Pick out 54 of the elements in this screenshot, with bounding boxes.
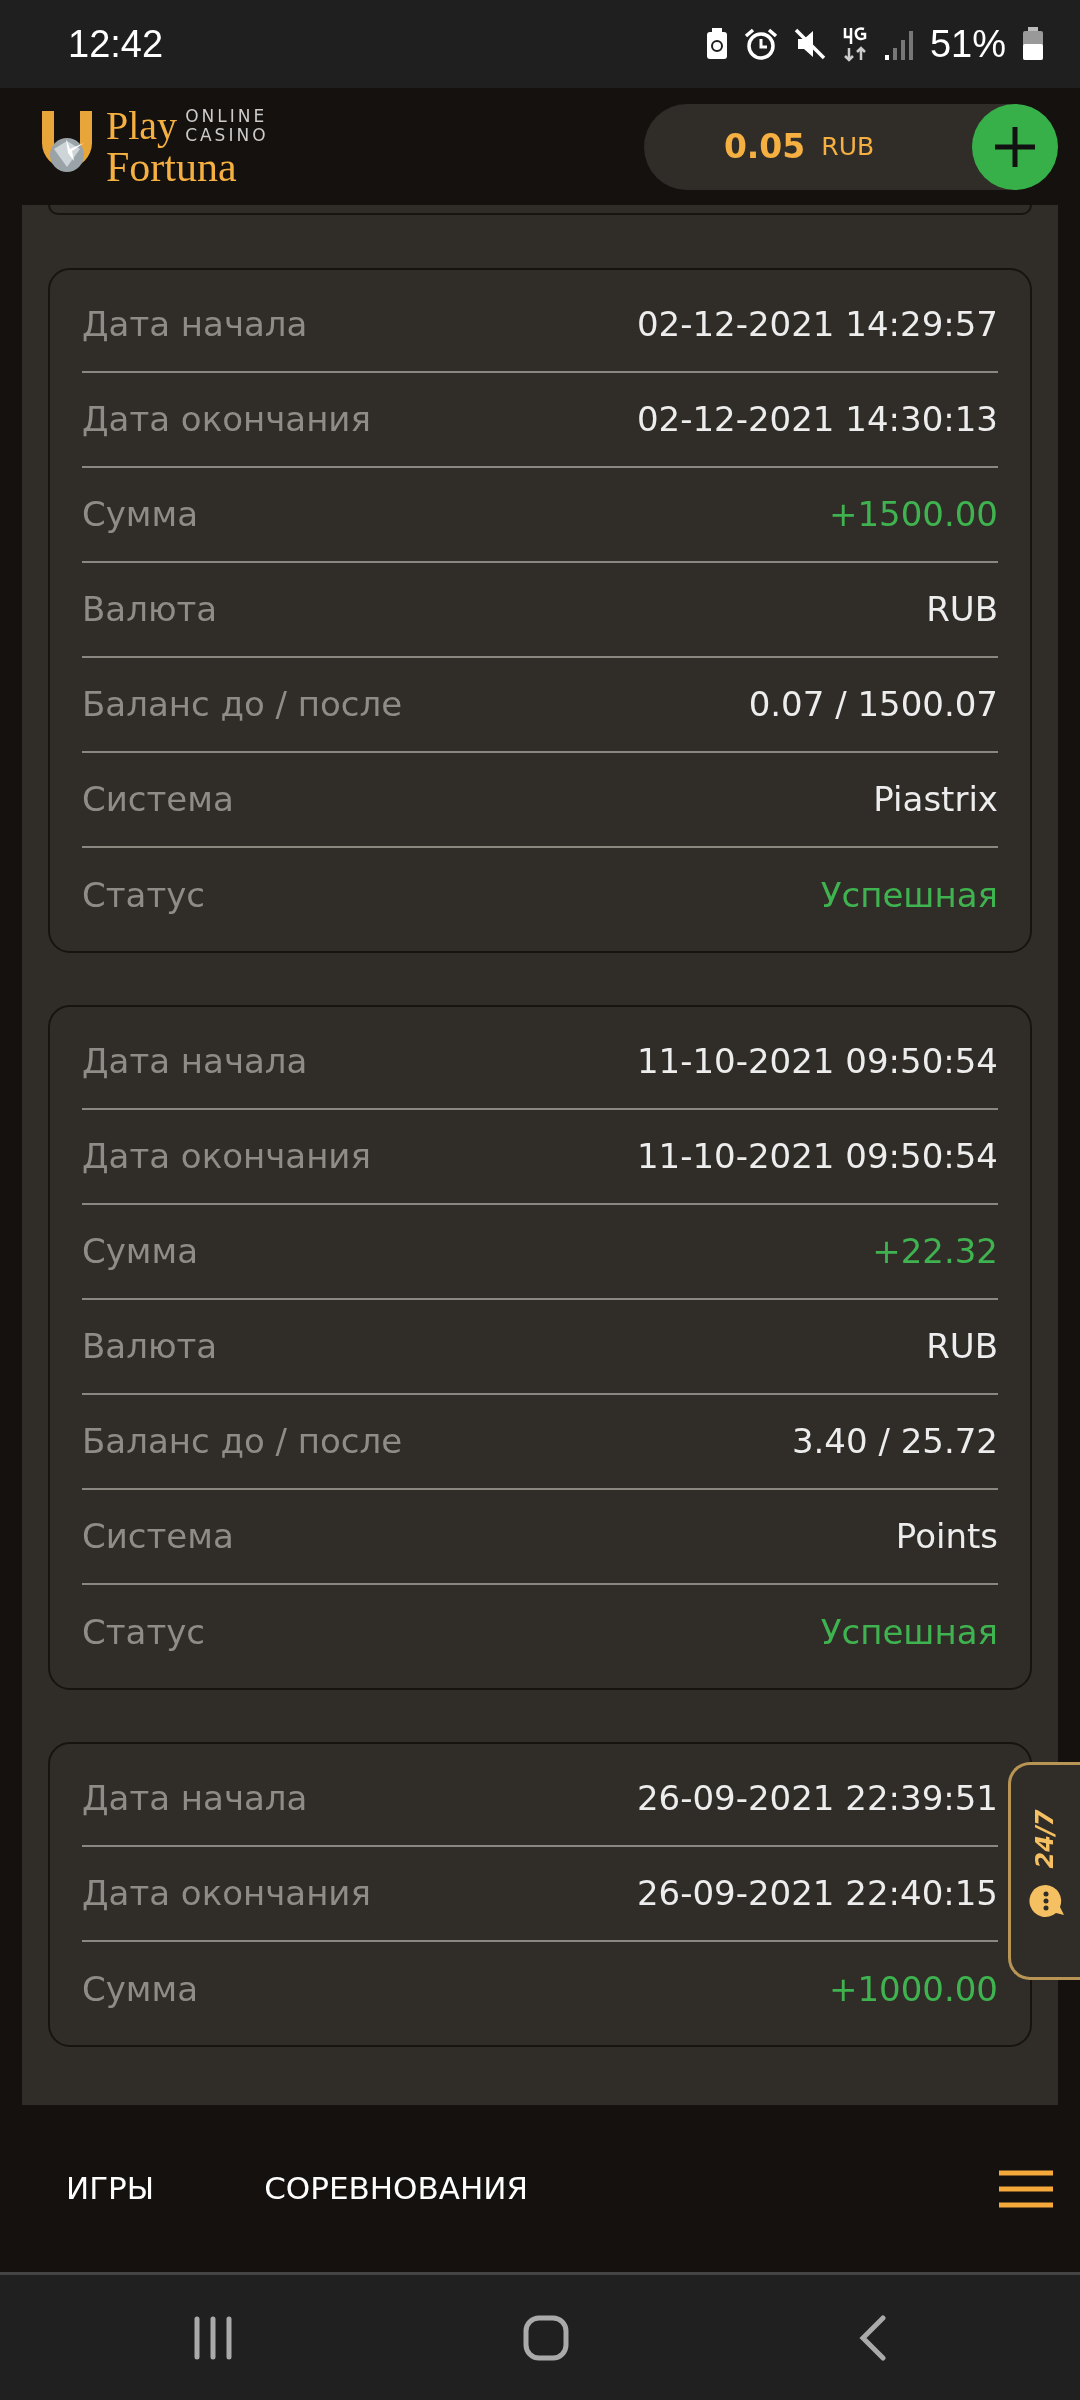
signal-icon [883, 28, 914, 60]
nav-link-item[interactable]: СОРЕВНОВАНИЯ [264, 2165, 528, 2212]
field-value: RUB [926, 1325, 998, 1368]
field-label: Сумма [82, 1968, 198, 2011]
field-label: Система [82, 778, 234, 821]
field-value: +1000.00 [828, 1968, 998, 2011]
battery-saver-icon [705, 28, 728, 60]
field-value: Успешная [820, 874, 998, 917]
field-label: Дата окончания [82, 1872, 371, 1915]
alarm-icon [743, 28, 778, 60]
battery-percent: 51% [929, 21, 1006, 67]
field-value: 02-12-2021 14:30:13 [636, 398, 998, 441]
field-label: Дата окончания [82, 398, 371, 441]
field-label: Баланс до / после [82, 683, 403, 726]
field-value: 26-09-2021 22:40:15 [636, 1872, 998, 1915]
plus-icon [993, 124, 1037, 169]
field-label: Статус [82, 1611, 205, 1654]
field-value: 11-10-2021 09:50:54 [636, 1040, 998, 1083]
network-icon [841, 26, 868, 62]
field-value: Points [895, 1515, 998, 1558]
field-value: +22.32 [872, 1230, 998, 1273]
field-label: Валюта [82, 1325, 218, 1368]
field-value: +1500.00 [828, 493, 998, 536]
balance-currency: RUB [821, 130, 875, 163]
recent-apps-icon[interactable] [192, 2315, 235, 2360]
field-label: Сумма [82, 1230, 198, 1273]
logo-text: ONLINE [185, 106, 269, 126]
back-icon[interactable] [857, 2314, 888, 2361]
battery-icon [1022, 27, 1044, 61]
nav-link-item[interactable]: ИГРЫ [66, 2165, 155, 2212]
field-value: Успешная [820, 1611, 998, 1654]
logo-text: Play [106, 105, 178, 146]
field-value: Piastrix [873, 778, 998, 821]
home-icon[interactable] [523, 2314, 569, 2361]
field-label: Дата окончания [82, 1135, 371, 1178]
support-chat-tab[interactable]: 24/7 [1008, 1762, 1080, 1980]
field-label: Дата начала [82, 303, 308, 346]
field-value: 11-10-2021 09:50:54 [636, 1135, 998, 1178]
field-value: 0.07 / 1500.07 [748, 683, 998, 726]
mute-icon [793, 28, 826, 60]
field-label: Система [82, 1515, 234, 1558]
field-label: Статус [82, 874, 205, 917]
field-label: Сумма [82, 493, 198, 536]
logo-text: CASINO [185, 125, 269, 145]
field-label: Валюта [82, 588, 218, 631]
field-label: Дата начала [82, 1777, 308, 1820]
field-value: 3.40 / 25.72 [791, 1420, 998, 1463]
field-value: 26-09-2021 22:39:51 [636, 1777, 998, 1820]
field-label: Дата начала [82, 1040, 308, 1083]
field-label: Баланс до / после [82, 1420, 403, 1463]
balance-amount: 0.05 [723, 125, 806, 168]
clock-time: 12:42 [68, 21, 164, 67]
field-value: 02-12-2021 14:29:57 [636, 303, 998, 346]
field-value: RUB [926, 588, 998, 631]
